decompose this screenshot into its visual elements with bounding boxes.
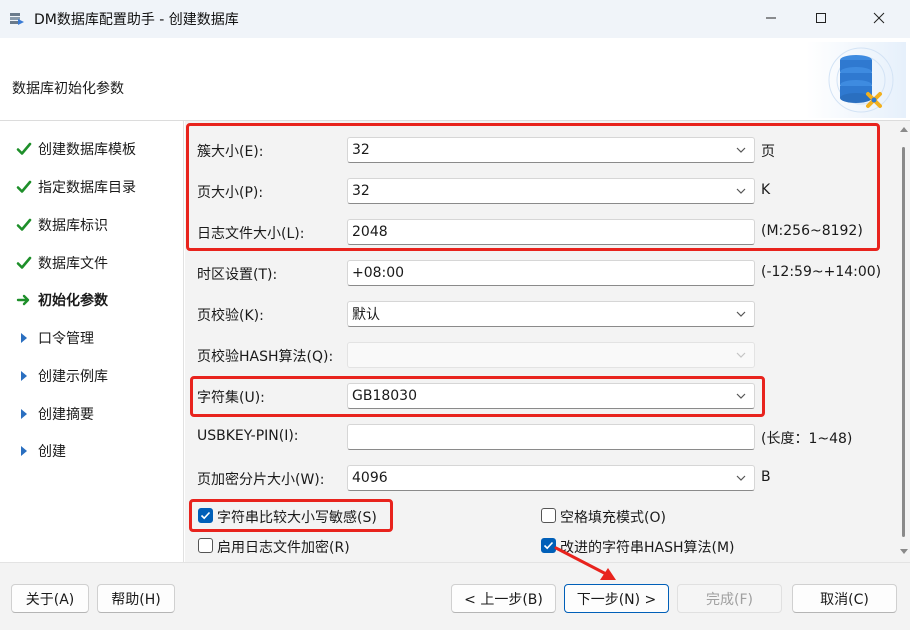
usbkey-pin-input[interactable] bbox=[347, 424, 755, 450]
time-zone-input[interactable]: +08:00 bbox=[347, 260, 755, 286]
step-label: 初始化参数 bbox=[38, 293, 108, 309]
step-init-params[interactable]: 初始化参数 bbox=[0, 286, 184, 314]
chevron-down-icon bbox=[736, 475, 746, 481]
cancel-button[interactable]: 取消(C) bbox=[792, 584, 897, 613]
arrow-right-icon bbox=[16, 292, 32, 308]
log-encrypt-label[interactable]: 启用日志文件加密(R) bbox=[217, 537, 350, 557]
log-file-size-range: (M:256~8192) bbox=[761, 223, 863, 239]
charset-label: 字符集(U): bbox=[197, 390, 265, 406]
maximize-button[interactable] bbox=[798, 0, 844, 36]
page-encrypt-shard-unit: B bbox=[761, 469, 771, 485]
step-password[interactable]: 口令管理 bbox=[0, 324, 184, 352]
log-file-size-label: 日志文件大小(L): bbox=[197, 226, 305, 242]
case-sensitive-checkbox[interactable] bbox=[198, 508, 213, 523]
maximize-icon bbox=[816, 13, 826, 23]
step-sample-db[interactable]: 创建示例库 bbox=[0, 362, 184, 390]
check-icon bbox=[16, 179, 32, 195]
step-label: 口令管理 bbox=[38, 331, 94, 347]
close-button[interactable] bbox=[856, 0, 902, 36]
step-db-directory[interactable]: 指定数据库目录 bbox=[0, 173, 184, 201]
time-zone-label: 时区设置(T): bbox=[197, 267, 278, 283]
close-icon bbox=[873, 12, 885, 24]
scroll-up-icon[interactable] bbox=[900, 127, 908, 132]
step-db-files[interactable]: 数据库文件 bbox=[0, 249, 184, 277]
page-size-label: 页大小(P): bbox=[197, 185, 264, 201]
blank-pad-mode-label[interactable]: 空格填充模式(O) bbox=[560, 507, 666, 527]
minimize-icon bbox=[766, 17, 776, 19]
step-label: 指定数据库目录 bbox=[38, 180, 136, 196]
extent-size-label: 簇大小(E): bbox=[197, 144, 264, 160]
page-header: 数据库初始化参数 bbox=[0, 38, 910, 120]
page-check-select[interactable]: 默认 bbox=[347, 301, 755, 327]
extent-size-select[interactable]: 32 bbox=[347, 137, 755, 163]
minimize-button[interactable] bbox=[748, 0, 794, 36]
prev-button[interactable]: < 上一步(B) bbox=[451, 584, 556, 613]
usbkey-pin-length: (长度：1~48) bbox=[761, 431, 853, 447]
scroll-thumb[interactable] bbox=[902, 147, 905, 537]
page-check-value: 默认 bbox=[352, 307, 380, 323]
scroll-down-icon[interactable] bbox=[900, 549, 908, 554]
check-icon bbox=[16, 255, 32, 271]
vertical-scrollbar[interactable] bbox=[897, 121, 910, 562]
step-create-template[interactable]: 创建数据库模板 bbox=[0, 135, 184, 163]
caret-right-icon bbox=[16, 443, 32, 459]
step-label: 数据库标识 bbox=[38, 218, 108, 234]
page-size-value: 32 bbox=[352, 183, 370, 199]
page-encrypt-shard-value: 4096 bbox=[352, 470, 388, 486]
case-sensitive-label[interactable]: 字符串比较大小写敏感(S) bbox=[217, 507, 377, 527]
db-setup-icon bbox=[10, 13, 24, 25]
chevron-down-icon bbox=[736, 311, 746, 317]
step-label: 创建示例库 bbox=[38, 369, 108, 385]
charset-select[interactable]: GB18030 bbox=[347, 383, 755, 409]
help-button[interactable]: 帮助(H) bbox=[97, 584, 175, 613]
step-label: 创建摘要 bbox=[38, 407, 94, 423]
time-zone-value: +08:00 bbox=[352, 265, 405, 281]
page-check-label: 页校验(K): bbox=[197, 308, 264, 324]
chevron-down-icon bbox=[736, 393, 746, 399]
chevron-down-icon bbox=[736, 188, 746, 194]
log-file-size-value: 2048 bbox=[352, 224, 388, 240]
page-size-select[interactable]: 32 bbox=[347, 178, 755, 204]
caret-right-icon bbox=[16, 330, 32, 346]
page-check-hash-select bbox=[347, 342, 755, 368]
usbkey-pin-label: USBKEY-PIN(I): bbox=[197, 428, 299, 444]
blank-pad-mode-checkbox[interactable] bbox=[541, 508, 556, 523]
checkmark-icon bbox=[200, 511, 211, 520]
step-label: 创建 bbox=[38, 444, 66, 460]
about-button[interactable]: 关于(A) bbox=[11, 584, 89, 613]
improved-hash-checkbox[interactable] bbox=[541, 538, 556, 553]
wizard-steps-sidebar: 创建数据库模板 指定数据库目录 数据库标识 数据库文件 初始化参数 口令管理 创… bbox=[0, 121, 184, 562]
improved-hash-label[interactable]: 改进的字符串HASH算法(M) bbox=[560, 537, 735, 557]
page-encrypt-shard-select[interactable]: 4096 bbox=[347, 465, 755, 491]
extent-size-unit: 页 bbox=[761, 144, 775, 160]
window-title: DM数据库配置助手 - 创建数据库 bbox=[34, 12, 239, 28]
check-icon bbox=[16, 217, 32, 233]
charset-value: GB18030 bbox=[352, 388, 417, 404]
step-db-identity[interactable]: 数据库标识 bbox=[0, 211, 184, 239]
page-size-unit: K bbox=[761, 182, 771, 198]
step-create[interactable]: 创建 bbox=[0, 437, 184, 465]
database-gear-logo bbox=[806, 42, 906, 118]
page-encrypt-shard-label: 页加密分片大小(W): bbox=[197, 472, 325, 488]
log-encrypt-checkbox[interactable] bbox=[198, 538, 213, 553]
log-file-size-input[interactable]: 2048 bbox=[347, 219, 755, 245]
check-icon bbox=[16, 141, 32, 157]
page-title: 数据库初始化参数 bbox=[12, 81, 124, 97]
caret-right-icon bbox=[16, 368, 32, 384]
next-button[interactable]: 下一步(N) > bbox=[564, 584, 669, 613]
step-label: 数据库文件 bbox=[38, 256, 108, 272]
extent-size-value: 32 bbox=[352, 142, 370, 158]
title-bar: DM数据库配置助手 - 创建数据库 bbox=[0, 0, 910, 38]
chevron-down-icon bbox=[736, 147, 746, 153]
checkmark-icon bbox=[543, 541, 554, 550]
step-summary[interactable]: 创建摘要 bbox=[0, 400, 184, 428]
finish-button: 完成(F) bbox=[677, 584, 782, 613]
step-label: 创建数据库模板 bbox=[38, 142, 136, 158]
chevron-down-icon bbox=[736, 352, 746, 358]
time-zone-range: (-12:59~+14:00) bbox=[761, 264, 882, 280]
caret-right-icon bbox=[16, 406, 32, 422]
page-check-hash-label: 页校验HASH算法(Q): bbox=[197, 349, 334, 365]
